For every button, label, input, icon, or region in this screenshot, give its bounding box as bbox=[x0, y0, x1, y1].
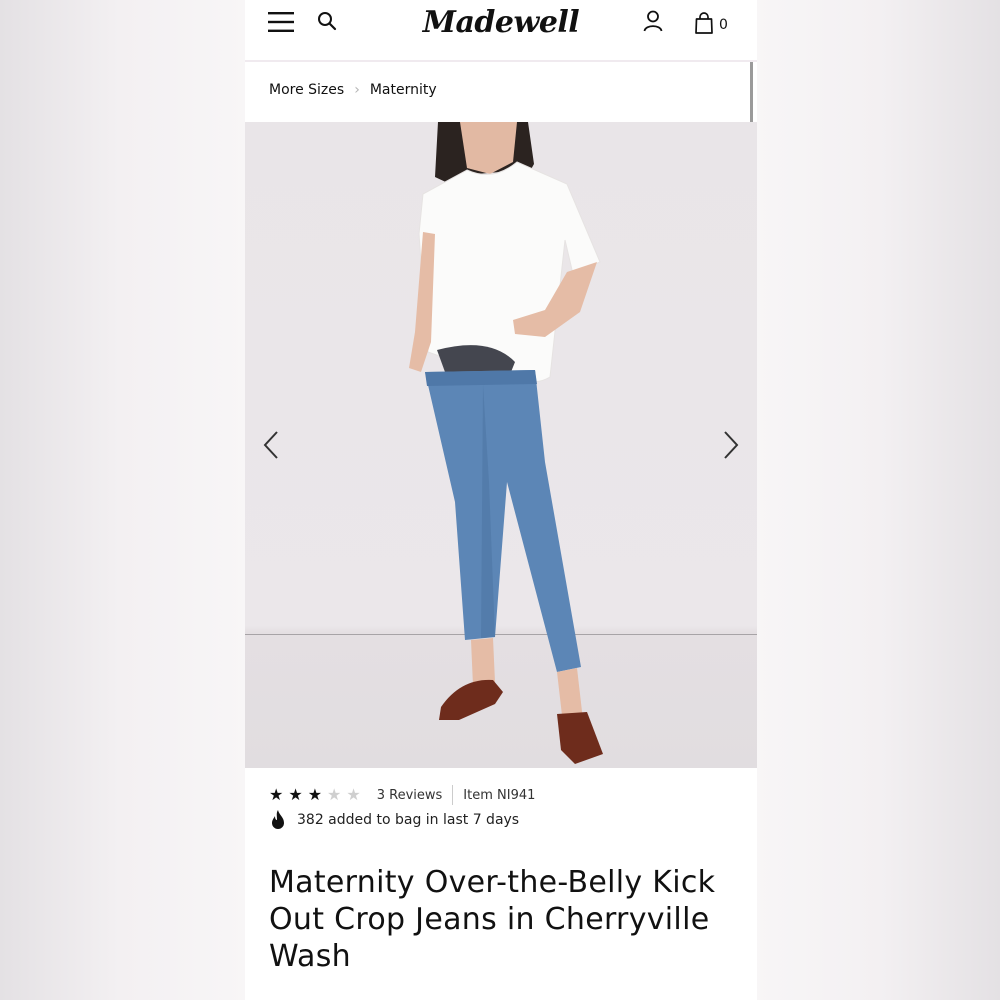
star-filled-icon: ★ bbox=[269, 785, 284, 804]
star-empty-icon: ★ bbox=[327, 785, 342, 804]
shopping-bag-button[interactable]: 0 bbox=[695, 10, 735, 36]
star-filled-icon: ★ bbox=[288, 785, 303, 804]
rating-row: ★ ★ ★ ★ ★ 3 Reviews Item NI941 bbox=[269, 784, 535, 806]
breadcrumb-maternity[interactable]: Maternity bbox=[370, 82, 437, 98]
star-filled-icon: ★ bbox=[307, 785, 323, 804]
star-empty-icon: ★ bbox=[346, 785, 361, 804]
product-image-carousel[interactable] bbox=[245, 122, 757, 768]
account-icon bbox=[643, 10, 663, 32]
search-icon bbox=[318, 12, 337, 31]
site-header: Madewell 0 bbox=[245, 0, 757, 62]
chevron-left-icon bbox=[263, 431, 278, 459]
breadcrumb-more-sizes[interactable]: More Sizes bbox=[269, 82, 344, 98]
previous-image-button[interactable] bbox=[253, 427, 289, 463]
menu-button[interactable] bbox=[267, 8, 295, 36]
next-image-button[interactable] bbox=[713, 427, 749, 463]
product-page: Madewell 0 More Sizes › Maternity ★ ★ ★ … bbox=[245, 0, 757, 1000]
divider bbox=[452, 785, 454, 805]
search-button[interactable] bbox=[315, 8, 339, 34]
product-photo-model bbox=[409, 122, 603, 764]
shopping-bag-icon bbox=[695, 12, 713, 34]
reviews-link[interactable]: 3 Reviews bbox=[377, 788, 443, 803]
star-rating[interactable]: ★ ★ ★ ★ ★ bbox=[269, 787, 361, 803]
breadcrumb: More Sizes › Maternity bbox=[269, 80, 437, 100]
account-button[interactable] bbox=[641, 8, 665, 34]
madewell-logo[interactable]: Madewell bbox=[421, 2, 581, 42]
popularity-text: 382 added to bag in last 7 days bbox=[297, 812, 520, 828]
chevron-right-icon bbox=[724, 431, 739, 459]
bag-count: 0 bbox=[719, 17, 728, 33]
flame-icon bbox=[269, 810, 287, 830]
popularity-row: 382 added to bag in last 7 days bbox=[269, 808, 519, 832]
hamburger-menu-icon bbox=[268, 12, 294, 32]
chevron-right-icon: › bbox=[354, 82, 360, 98]
product-title: Maternity Over-the-Belly Kick Out Crop J… bbox=[269, 865, 716, 974]
item-number: Item NI941 bbox=[463, 787, 536, 803]
